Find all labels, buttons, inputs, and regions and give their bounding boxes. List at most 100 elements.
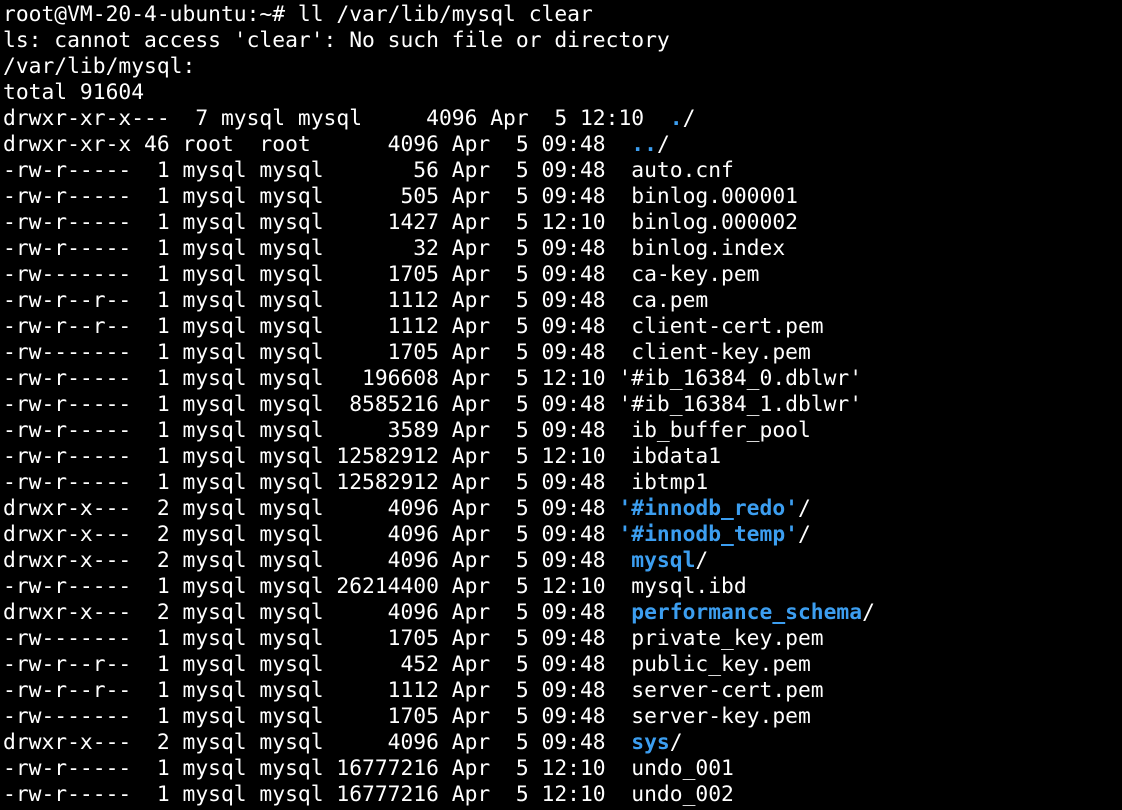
entry-name-file: client-cert.pem bbox=[631, 314, 824, 339]
entry-name-directory: mysql bbox=[631, 548, 696, 573]
listing-row: drwxr-x--- 2 mysql mysql 4096 Apr 5 09:4… bbox=[3, 548, 1119, 574]
entry-dir-suffix: / bbox=[797, 522, 811, 547]
entry-quote-open bbox=[618, 782, 631, 807]
entry-quote-open: ' bbox=[618, 496, 632, 521]
entry-quote-open bbox=[618, 704, 631, 729]
listing-row: -rw-r--r-- 1 mysql mysql 1112 Apr 5 09:4… bbox=[3, 288, 1119, 314]
entry-metadata: -rw-r----- 1 mysql mysql 16777216 Apr 5 … bbox=[3, 756, 619, 781]
entry-metadata: -rw-r----- 1 mysql mysql 56 Apr 5 09:48 bbox=[3, 158, 619, 183]
entry-dir-suffix: / bbox=[695, 548, 709, 573]
entry-name-file: binlog.index bbox=[631, 236, 786, 261]
entry-name-directory: .. bbox=[631, 132, 657, 157]
entry-name-file: server-cert.pem bbox=[631, 678, 824, 703]
entry-metadata: drwxr-x--- 2 mysql mysql 4096 Apr 5 09:4… bbox=[3, 600, 619, 625]
entry-name-directory: #innodb_temp bbox=[631, 522, 786, 547]
listing-row: -rw-r----- 1 mysql mysql 16777216 Apr 5 … bbox=[3, 756, 1119, 782]
entry-quote-open bbox=[618, 158, 631, 183]
entry-metadata: -rw-r----- 1 mysql mysql 505 Apr 5 09:48 bbox=[3, 184, 619, 209]
entry-name-file: server-key.pem bbox=[631, 704, 811, 729]
entry-quote-open bbox=[618, 210, 631, 235]
entry-metadata: -rw------- 1 mysql mysql 1705 Apr 5 09:4… bbox=[3, 340, 619, 365]
entry-metadata: -rw-r----- 1 mysql mysql 8585216 Apr 5 0… bbox=[3, 392, 619, 417]
entry-name-file: mysql.ibd bbox=[631, 574, 747, 599]
listing-row: drwxr-x--- 2 mysql mysql 4096 Apr 5 09:4… bbox=[3, 600, 1119, 626]
entry-quote-open bbox=[618, 314, 631, 339]
entry-name-file: ca.pem bbox=[631, 288, 709, 313]
entry-metadata: -rw-r--r-- 1 mysql mysql 1112 Apr 5 09:4… bbox=[3, 314, 619, 339]
entry-name-file: binlog.000002 bbox=[631, 210, 798, 235]
entry-metadata: -rw-r----- 1 mysql mysql 26214400 Apr 5 … bbox=[3, 574, 619, 599]
entry-metadata: -rw-r----- 1 mysql mysql 16777216 Apr 5 … bbox=[3, 782, 619, 807]
entry-quote-open bbox=[618, 184, 631, 209]
listing-row: -rw-r--r-- 1 mysql mysql 1112 Apr 5 09:4… bbox=[3, 678, 1119, 704]
entry-quote-open bbox=[618, 626, 631, 651]
entry-quote-open bbox=[618, 132, 631, 157]
listing-row: -rw-r----- 1 mysql mysql 56 Apr 5 09:48 … bbox=[3, 158, 1119, 184]
entry-quote-open bbox=[618, 574, 631, 599]
terminal-window[interactable]: root@VM-20-4-ubuntu:~# ll /var/lib/mysql… bbox=[3, 2, 1119, 808]
entry-name-file: private_key.pem bbox=[631, 626, 824, 651]
listing-row: -rw-r----- 1 mysql mysql 505 Apr 5 09:48… bbox=[3, 184, 1119, 210]
entry-dir-suffix: / bbox=[682, 106, 696, 131]
entry-name-file: undo_001 bbox=[631, 756, 734, 781]
entry-metadata: drwxr-x--- 2 mysql mysql 4096 Apr 5 09:4… bbox=[3, 730, 619, 755]
entry-dir-suffix: / bbox=[797, 496, 811, 521]
entry-quote-open bbox=[618, 600, 631, 625]
entry-metadata: -rw-r--r-- 1 mysql mysql 1112 Apr 5 09:4… bbox=[3, 678, 619, 703]
entry-quote-open bbox=[657, 106, 670, 131]
entry-name-directory: sys bbox=[631, 730, 670, 755]
listing-row: -rw-r----- 1 mysql mysql 26214400 Apr 5 … bbox=[3, 574, 1119, 600]
entry-quote-close: ' bbox=[785, 496, 798, 521]
entry-name-file: ib_buffer_pool bbox=[631, 418, 811, 443]
entry-dir-suffix: / bbox=[656, 132, 670, 157]
entry-metadata: -rw------- 1 mysql mysql 1705 Apr 5 09:4… bbox=[3, 626, 619, 651]
entry-metadata: drwxr-xr-x 46 root root 4096 Apr 5 09:48 bbox=[3, 132, 619, 157]
entry-metadata: -rw-r----- 1 mysql mysql 196608 Apr 5 12… bbox=[3, 366, 619, 391]
listing-row: -rw-r--r-- 1 mysql mysql 1112 Apr 5 09:4… bbox=[3, 314, 1119, 340]
error-message: ls: cannot access 'clear': No such file … bbox=[3, 28, 670, 53]
listing-row: -rw-r----- 1 mysql mysql 12582912 Apr 5 … bbox=[3, 444, 1119, 470]
entry-metadata: -rw-r----- 1 mysql mysql 12582912 Apr 5 … bbox=[3, 470, 619, 495]
entry-quote-open bbox=[618, 236, 631, 261]
entry-metadata: -rw-r----- 1 mysql mysql 32 Apr 5 09:48 bbox=[3, 236, 619, 261]
directory-header: /var/lib/mysql: bbox=[3, 54, 196, 79]
entry-name-file: auto.cnf bbox=[631, 158, 734, 183]
listing-row: -rw-r----- 1 mysql mysql 16777216 Apr 5 … bbox=[3, 782, 1119, 808]
entry-metadata: -rw------- 1 mysql mysql 1705 Apr 5 09:4… bbox=[3, 262, 619, 287]
entry-name-directory: . bbox=[669, 106, 683, 131]
entry-quote-open bbox=[618, 470, 631, 495]
entry-metadata: -rw-r--r-- 1 mysql mysql 452 Apr 5 09:48 bbox=[3, 652, 619, 677]
listing-row: -rw-r--r-- 1 mysql mysql 452 Apr 5 09:48… bbox=[3, 652, 1119, 678]
entry-name-file: client-key.pem bbox=[631, 340, 811, 365]
entry-quote-close: ' bbox=[785, 522, 798, 547]
listing-row: -rw-r----- 1 mysql mysql 196608 Apr 5 12… bbox=[3, 366, 1119, 392]
entry-metadata: -rw-r----- 1 mysql mysql 3589 Apr 5 09:4… bbox=[3, 418, 619, 443]
entry-metadata: -rw-r----- 1 mysql mysql 12582912 Apr 5 … bbox=[3, 444, 619, 469]
entry-quote-open: ' bbox=[618, 392, 632, 417]
entry-name-file: ca-key.pem bbox=[631, 262, 760, 287]
entry-dir-suffix: / bbox=[862, 600, 875, 625]
entry-metadata: -rw-r--r-- 1 mysql mysql 1112 Apr 5 09:4… bbox=[3, 288, 619, 313]
listing-row: -rw------- 1 mysql mysql 1705 Apr 5 09:4… bbox=[3, 704, 1119, 730]
entry-name-file: undo_002 bbox=[631, 782, 734, 807]
entry-name-file: ibtmp1 bbox=[631, 470, 709, 495]
entry-name-file: #ib_16384_0.dblwr bbox=[631, 366, 850, 391]
listing-row: -rw-r----- 1 mysql mysql 8585216 Apr 5 0… bbox=[3, 392, 1119, 418]
total-line: total 91604 bbox=[3, 80, 145, 105]
entry-quote-open bbox=[618, 262, 631, 287]
entry-quote-open bbox=[618, 340, 631, 365]
listing-row: drwxr-xr-x--- 7 mysql mysql 4096 Apr 5 1… bbox=[3, 106, 1119, 132]
entry-name-directory: performance_schema bbox=[631, 600, 863, 625]
entry-quote-open bbox=[618, 288, 631, 313]
listing-row: -rw-r----- 1 mysql mysql 12582912 Apr 5 … bbox=[3, 470, 1119, 496]
entry-quote-close: ' bbox=[849, 366, 863, 391]
listing-row: -rw-r----- 1 mysql mysql 32 Apr 5 09:48 … bbox=[3, 236, 1119, 262]
listing-row: drwxr-x--- 2 mysql mysql 4096 Apr 5 09:4… bbox=[3, 522, 1119, 548]
entry-metadata: drwxr-x--- 2 mysql mysql 4096 Apr 5 09:4… bbox=[3, 496, 619, 521]
listing-row: -rw------- 1 mysql mysql 1705 Apr 5 09:4… bbox=[3, 626, 1119, 652]
entry-quote-open bbox=[618, 444, 631, 469]
entry-metadata: drwxr-x--- 2 mysql mysql 4096 Apr 5 09:4… bbox=[3, 522, 619, 547]
listing-row: drwxr-x--- 2 mysql mysql 4096 Apr 5 09:4… bbox=[3, 496, 1119, 522]
entry-name-file: ibdata1 bbox=[631, 444, 722, 469]
listing-row: drwxr-x--- 2 mysql mysql 4096 Apr 5 09:4… bbox=[3, 730, 1119, 756]
